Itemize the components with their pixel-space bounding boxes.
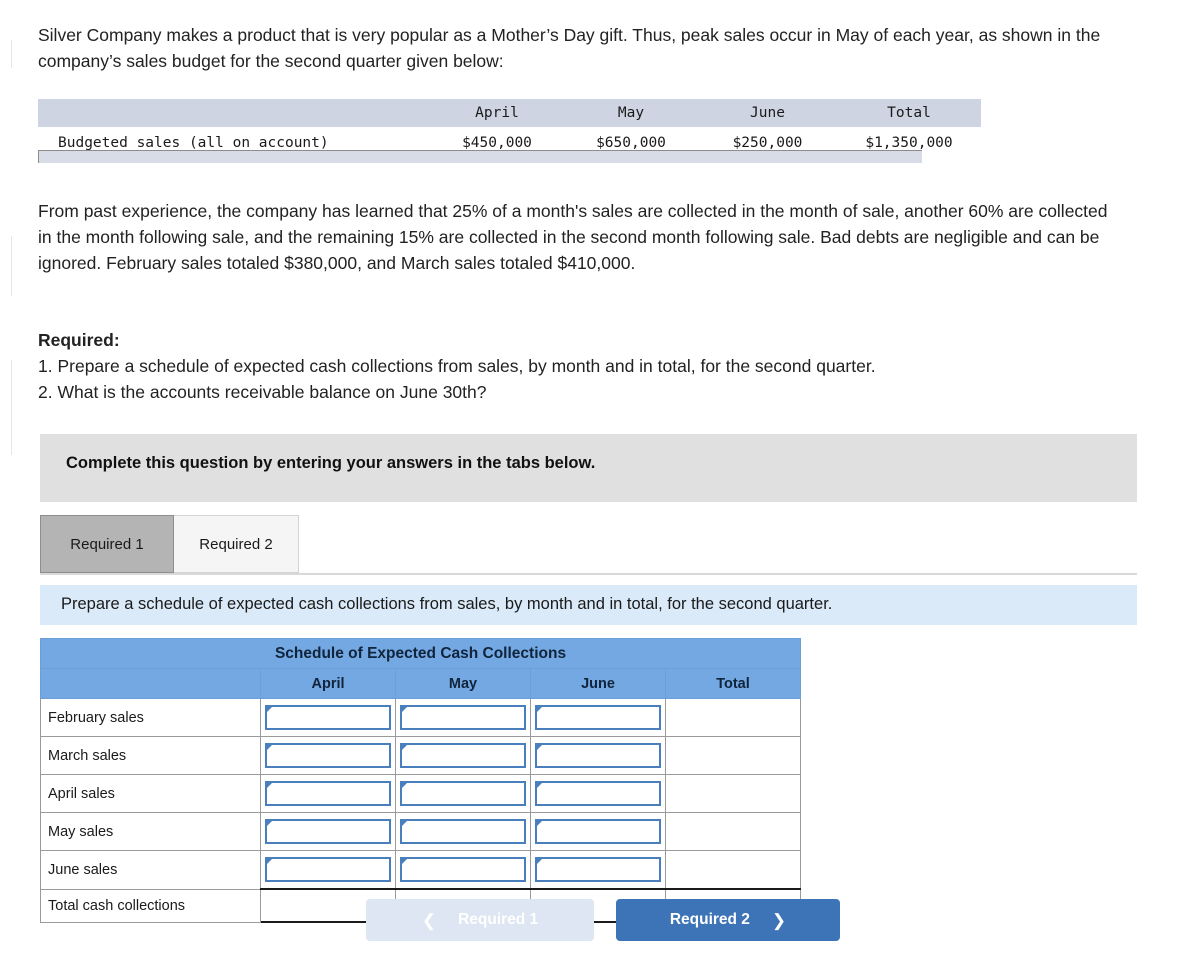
table-row: March sales	[40, 736, 802, 775]
cell-march-june[interactable]	[530, 736, 666, 775]
question-page: Silver Company makes a product that is v…	[0, 0, 1200, 964]
gutter-artifact	[11, 236, 12, 296]
input-june-june[interactable]	[535, 857, 661, 882]
row-label-april-sales: April sales	[40, 774, 261, 813]
input-april-june[interactable]	[535, 781, 661, 806]
input-february-may[interactable]	[400, 705, 526, 730]
requirement-tabs: Required 1 Required 2	[40, 515, 1137, 577]
schedule-col-may: May	[395, 668, 531, 699]
tab-instruction-bar: Prepare a schedule of expected cash coll…	[40, 585, 1137, 625]
cell-may-april[interactable]	[260, 812, 396, 851]
schedule-title-row: Schedule of Expected Cash Collections	[39, 638, 802, 669]
row-label-march-sales: March sales	[40, 736, 261, 775]
gutter-artifact	[11, 360, 12, 455]
input-march-may[interactable]	[400, 743, 526, 768]
input-march-april[interactable]	[265, 743, 391, 768]
prev-required-label: Required 1	[458, 911, 539, 928]
table-row: April sales	[40, 774, 802, 813]
gutter-artifact	[11, 40, 12, 68]
schedule-col-april: April	[260, 668, 396, 699]
input-february-april[interactable]	[265, 705, 391, 730]
next-required-button[interactable]: Required 2 ❯	[616, 899, 840, 941]
cell-may-total	[664, 812, 802, 851]
next-required-label: Required 2	[669, 911, 750, 928]
input-may-june[interactable]	[535, 819, 661, 844]
budget-exhibit-footer-strip	[38, 150, 922, 163]
chevron-left-icon: ❮	[421, 910, 437, 930]
cell-april-april[interactable]	[260, 774, 396, 813]
tab-instruction-text: Prepare a schedule of expected cash coll…	[61, 595, 833, 613]
required-heading: Required:	[38, 330, 120, 350]
cell-march-may[interactable]	[395, 736, 531, 775]
cell-april-june[interactable]	[530, 774, 666, 813]
row-label-may-sales: May sales	[40, 812, 261, 851]
cell-april-total	[664, 774, 802, 813]
input-march-june[interactable]	[535, 743, 661, 768]
row-label-february-sales: February sales	[40, 698, 261, 737]
collections-policy-paragraph: From past experience, the company has le…	[38, 201, 1108, 273]
budget-col-total: Total	[887, 105, 931, 121]
cell-may-june[interactable]	[530, 812, 666, 851]
table-row: February sales	[40, 698, 802, 737]
tab-required-2-label: Required 2	[199, 535, 273, 553]
cell-june-april[interactable]	[260, 850, 396, 890]
input-june-april[interactable]	[265, 857, 391, 882]
schedule-header-row: April May June Total	[40, 668, 802, 699]
cell-february-april[interactable]	[260, 698, 396, 737]
input-june-may[interactable]	[400, 857, 526, 882]
chevron-right-icon: ❯	[771, 910, 787, 930]
budget-header-row: April May June Total	[38, 99, 981, 127]
budget-col-may: May	[617, 105, 645, 121]
cell-may-may[interactable]	[395, 812, 531, 851]
required-item-2: 2. What is the accounts receivable balan…	[38, 382, 487, 402]
tab-required-1[interactable]: Required 1	[40, 515, 174, 573]
schedule-title: Schedule of Expected Cash Collections	[39, 638, 802, 669]
budget-col-blank	[38, 99, 430, 127]
complete-question-banner: Complete this question by entering your …	[40, 434, 1137, 502]
cell-april-may[interactable]	[395, 774, 531, 813]
schedule-body: February sales March sales April sales M…	[40, 698, 802, 923]
schedule-col-june: June	[530, 668, 666, 699]
schedule-col-blank	[40, 668, 261, 699]
input-april-april[interactable]	[265, 781, 391, 806]
required-block: Required: 1. Prepare a schedule of expec…	[38, 327, 1108, 405]
cell-february-total	[664, 698, 802, 737]
row-label-total-cash-collections: Total cash collections	[40, 888, 261, 923]
input-may-may[interactable]	[400, 819, 526, 844]
prev-required-button[interactable]: ❮ Required 1	[366, 899, 594, 941]
cell-february-may[interactable]	[395, 698, 531, 737]
cell-march-total	[664, 736, 802, 775]
input-april-may[interactable]	[400, 781, 526, 806]
cell-june-total	[664, 850, 802, 890]
cell-june-june[interactable]	[530, 850, 666, 890]
cell-february-june[interactable]	[530, 698, 666, 737]
budget-table-head: April May June Total	[38, 99, 981, 127]
budget-col-april: April	[475, 105, 519, 121]
cell-june-may[interactable]	[395, 850, 531, 890]
intro-paragraph: Silver Company makes a product that is v…	[38, 25, 1101, 71]
input-may-april[interactable]	[265, 819, 391, 844]
cash-collections-schedule: Schedule of Expected Cash Collections Ap…	[39, 638, 802, 923]
table-row: May sales	[40, 812, 802, 851]
cell-march-april[interactable]	[260, 736, 396, 775]
schedule-col-total: Total	[664, 668, 802, 699]
complete-question-text: Complete this question by entering your …	[66, 454, 596, 472]
tab-required-1-label: Required 1	[70, 535, 144, 553]
input-february-june[interactable]	[535, 705, 661, 730]
row-label-june-sales: June sales	[40, 850, 261, 890]
required-item-1: 1. Prepare a schedule of expected cash c…	[38, 356, 876, 376]
schedule-head: Schedule of Expected Cash Collections Ap…	[39, 638, 802, 699]
tab-underline	[40, 573, 1137, 575]
tab-required-2[interactable]: Required 2	[174, 515, 299, 573]
table-row: June sales	[40, 850, 802, 890]
budget-col-june: June	[750, 105, 785, 121]
